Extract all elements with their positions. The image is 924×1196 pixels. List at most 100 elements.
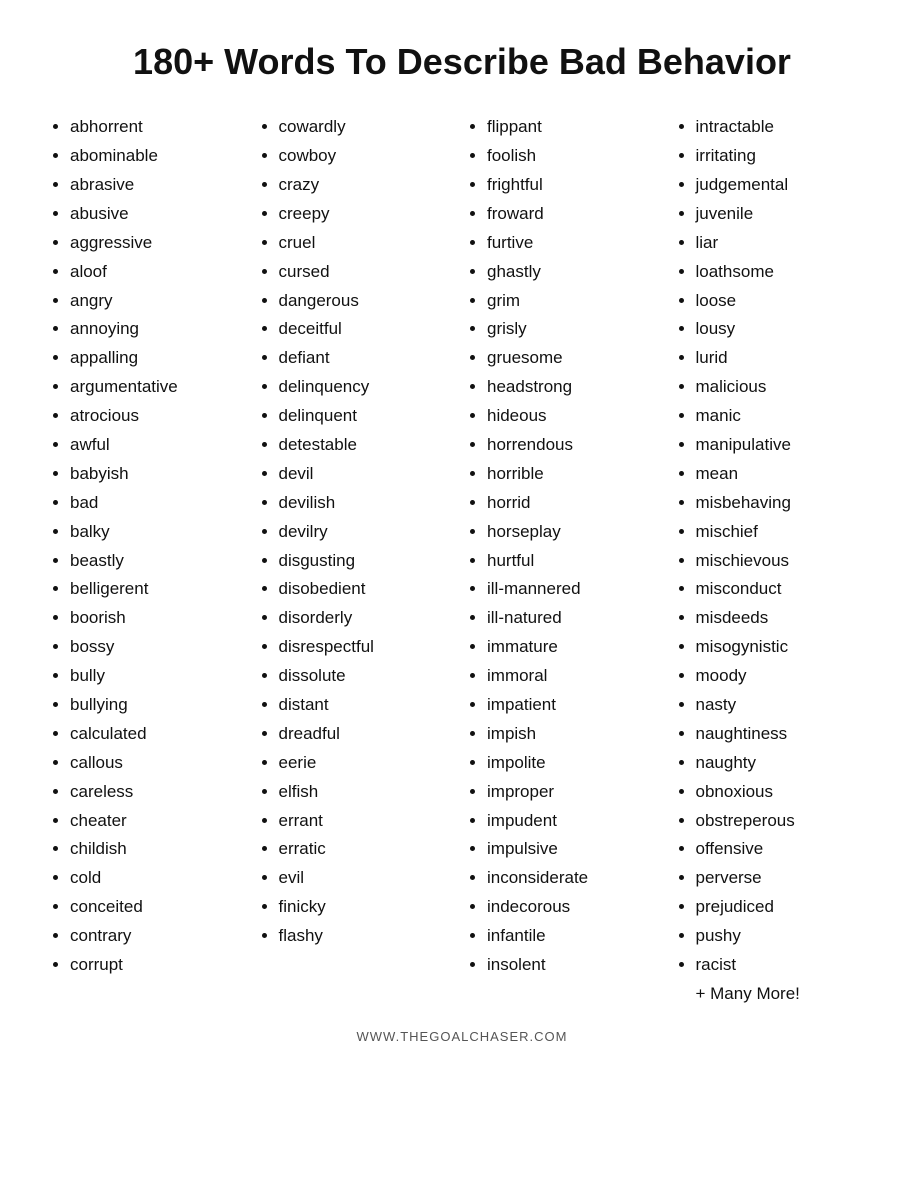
list-item: mischief bbox=[696, 518, 875, 547]
list-item: obstreperous bbox=[696, 807, 875, 836]
list-item: finicky bbox=[279, 893, 458, 922]
list-item: hurtful bbox=[487, 547, 666, 576]
list-item: naughtiness bbox=[696, 720, 875, 749]
list-item: mean bbox=[696, 460, 875, 489]
list-item: atrocious bbox=[70, 402, 249, 431]
footer-text: WWW.THEGOALCHASER.COM bbox=[50, 1029, 874, 1044]
list-item: creepy bbox=[279, 200, 458, 229]
list-item: bad bbox=[70, 489, 249, 518]
list-item: immature bbox=[487, 633, 666, 662]
list-item: deceitful bbox=[279, 315, 458, 344]
list-item: devil bbox=[279, 460, 458, 489]
list-item: abusive bbox=[70, 200, 249, 229]
list-item: childish bbox=[70, 835, 249, 864]
list-item: careless bbox=[70, 778, 249, 807]
list-item: ghastly bbox=[487, 258, 666, 287]
list-item: impulsive bbox=[487, 835, 666, 864]
list-item: intractable bbox=[696, 113, 875, 142]
list-item: boorish bbox=[70, 604, 249, 633]
list-item: cruel bbox=[279, 229, 458, 258]
list-item: disrespectful bbox=[279, 633, 458, 662]
list-item: pushy bbox=[696, 922, 875, 951]
list-item: insolent bbox=[487, 951, 666, 980]
list-item: malicious bbox=[696, 373, 875, 402]
list-item: callous bbox=[70, 749, 249, 778]
list-item: immoral bbox=[487, 662, 666, 691]
list-item: liar bbox=[696, 229, 875, 258]
list-item: devilish bbox=[279, 489, 458, 518]
list-item: horseplay bbox=[487, 518, 666, 547]
list-item: misconduct bbox=[696, 575, 875, 604]
list-item: horrible bbox=[487, 460, 666, 489]
list-item: disgusting bbox=[279, 547, 458, 576]
list-item: manic bbox=[696, 402, 875, 431]
list-item: misbehaving bbox=[696, 489, 875, 518]
list-item: bullying bbox=[70, 691, 249, 720]
list-item: grim bbox=[487, 287, 666, 316]
list-item: cheater bbox=[70, 807, 249, 836]
list-item: impolite bbox=[487, 749, 666, 778]
list-item: misogynistic bbox=[696, 633, 875, 662]
list-item: indecorous bbox=[487, 893, 666, 922]
list-item: nasty bbox=[696, 691, 875, 720]
list-item: dangerous bbox=[279, 287, 458, 316]
list-item: hideous bbox=[487, 402, 666, 431]
list-item: babyish bbox=[70, 460, 249, 489]
more-label: + Many More! bbox=[676, 980, 875, 1009]
list-item: dreadful bbox=[279, 720, 458, 749]
list-item: dissolute bbox=[279, 662, 458, 691]
list-item: offensive bbox=[696, 835, 875, 864]
list-item: loathsome bbox=[696, 258, 875, 287]
list-item: distant bbox=[279, 691, 458, 720]
list-item: belligerent bbox=[70, 575, 249, 604]
list-item: naughty bbox=[696, 749, 875, 778]
list-item: impish bbox=[487, 720, 666, 749]
list-item: impudent bbox=[487, 807, 666, 836]
list-item: errant bbox=[279, 807, 458, 836]
list-item: evil bbox=[279, 864, 458, 893]
list-item: bully bbox=[70, 662, 249, 691]
list-item: delinquent bbox=[279, 402, 458, 431]
word-columns: abhorrentabominableabrasiveabusiveaggres… bbox=[50, 113, 874, 1009]
list-item: cursed bbox=[279, 258, 458, 287]
word-column-3: flippantfoolishfrightfulfrowardfurtivegh… bbox=[467, 113, 666, 1009]
list-item: perverse bbox=[696, 864, 875, 893]
list-item: eerie bbox=[279, 749, 458, 778]
list-item: annoying bbox=[70, 315, 249, 344]
list-item: aggressive bbox=[70, 229, 249, 258]
list-item: bossy bbox=[70, 633, 249, 662]
list-item: frightful bbox=[487, 171, 666, 200]
list-item: calculated bbox=[70, 720, 249, 749]
list-item: horrid bbox=[487, 489, 666, 518]
list-item: defiant bbox=[279, 344, 458, 373]
list-item: argumentative bbox=[70, 373, 249, 402]
list-item: furtive bbox=[487, 229, 666, 258]
list-item: manipulative bbox=[696, 431, 875, 460]
list-item: irritating bbox=[696, 142, 875, 171]
list-item: cowboy bbox=[279, 142, 458, 171]
page-title: 180+ Words To Describe Bad Behavior bbox=[50, 40, 874, 83]
list-item: lurid bbox=[696, 344, 875, 373]
list-item: obnoxious bbox=[696, 778, 875, 807]
list-item: horrendous bbox=[487, 431, 666, 460]
list-item: abominable bbox=[70, 142, 249, 171]
list-item: angry bbox=[70, 287, 249, 316]
word-column-4: intractableirritatingjudgementaljuvenile… bbox=[676, 113, 875, 1009]
list-item: foolish bbox=[487, 142, 666, 171]
list-item: misdeeds bbox=[696, 604, 875, 633]
list-item: infantile bbox=[487, 922, 666, 951]
list-item: awful bbox=[70, 431, 249, 460]
list-item: appalling bbox=[70, 344, 249, 373]
list-item: balky bbox=[70, 518, 249, 547]
list-item: beastly bbox=[70, 547, 249, 576]
list-item: moody bbox=[696, 662, 875, 691]
list-item: ill-mannered bbox=[487, 575, 666, 604]
list-item: detestable bbox=[279, 431, 458, 460]
list-item: cold bbox=[70, 864, 249, 893]
list-item: gruesome bbox=[487, 344, 666, 373]
list-item: inconsiderate bbox=[487, 864, 666, 893]
list-item: judgemental bbox=[696, 171, 875, 200]
list-item: prejudiced bbox=[696, 893, 875, 922]
word-column-1: abhorrentabominableabrasiveabusiveaggres… bbox=[50, 113, 249, 1009]
word-column-2: cowardlycowboycrazycreepycruelcurseddang… bbox=[259, 113, 458, 1009]
